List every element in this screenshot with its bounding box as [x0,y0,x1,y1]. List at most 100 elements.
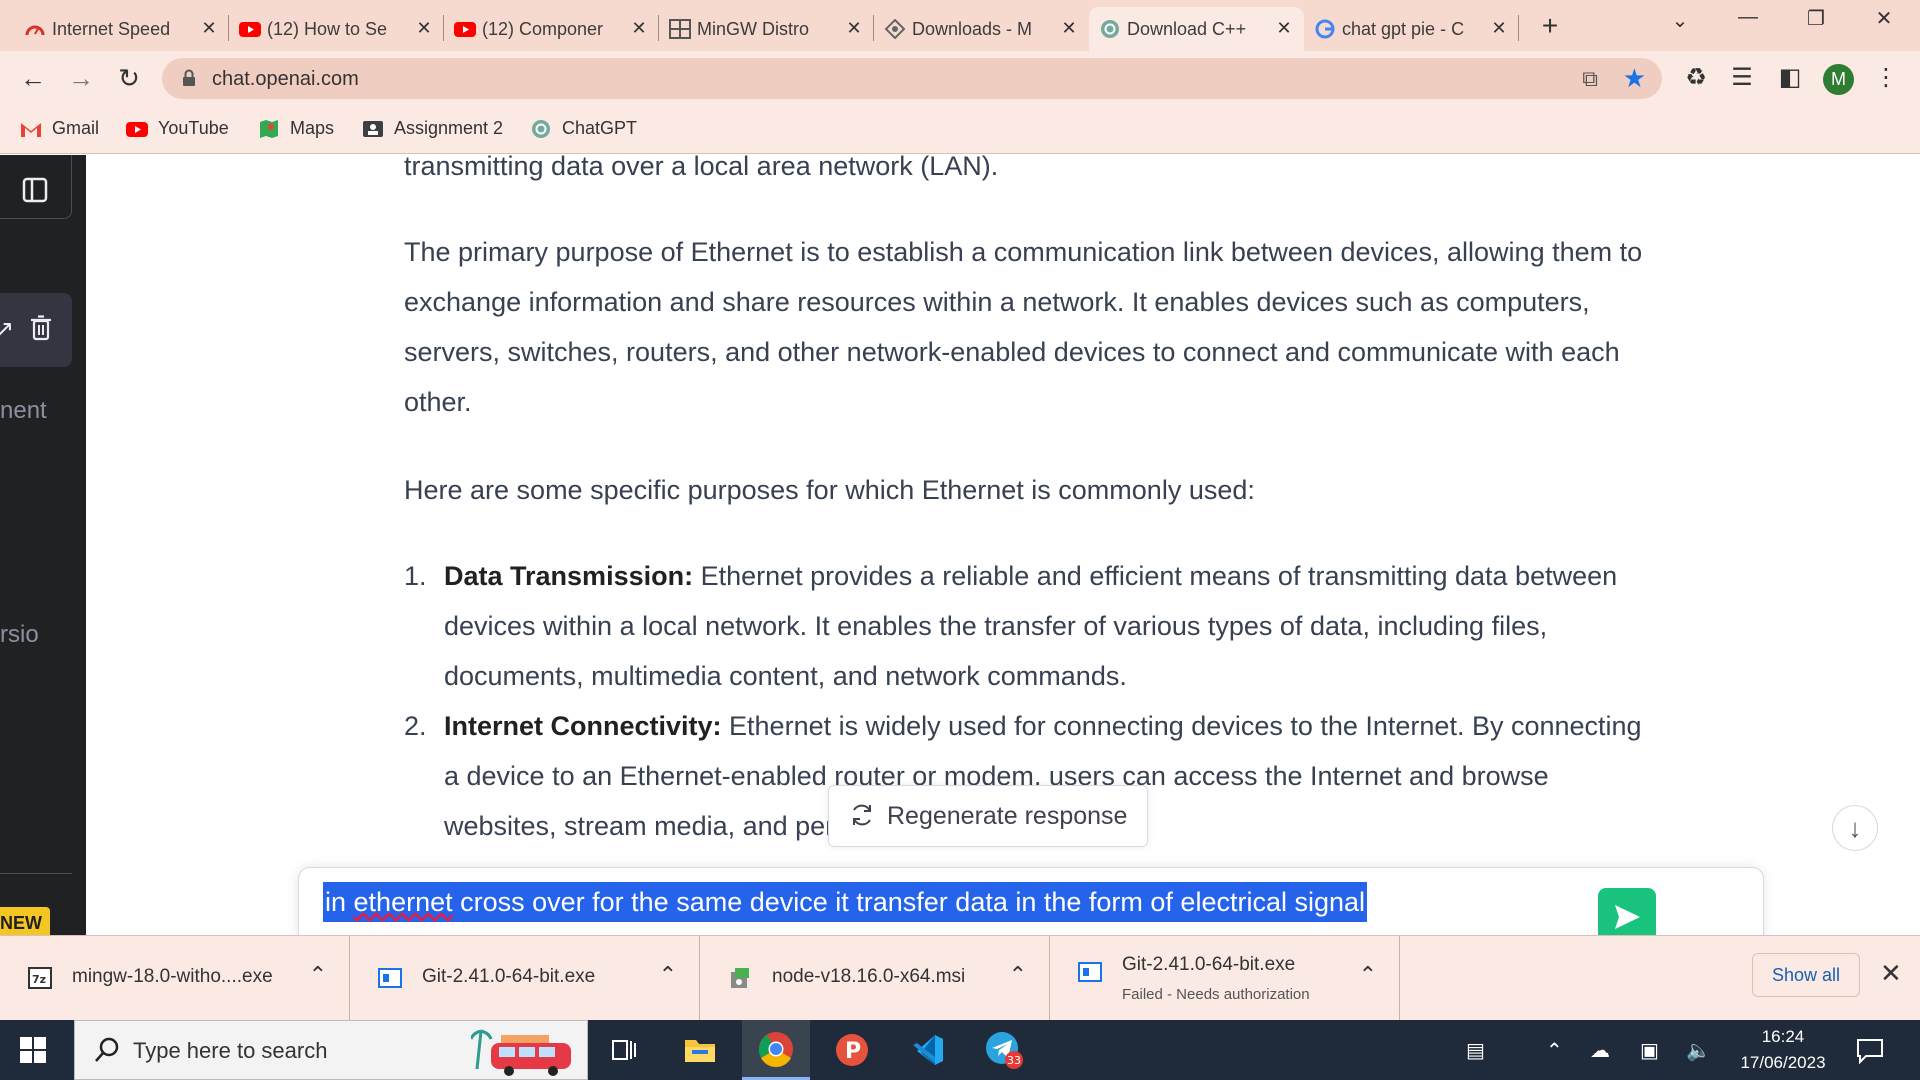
download-status: Failed - Needs authorization [1122,986,1310,1003]
windows-start-icon[interactable] [20,1037,46,1063]
chevron-up-icon[interactable]: ⌃ [1009,962,1027,988]
chevron-up-icon[interactable]: ⌃ [1546,1038,1563,1063]
close-icon[interactable]: ✕ [414,18,434,39]
restore-icon[interactable]: ❐ [1796,6,1836,31]
show-all-downloads-button[interactable]: Show all [1752,953,1860,997]
taskbar-search-box[interactable]: Type here to search [74,1020,588,1080]
window-close-icon[interactable]: ✕ [1864,6,1904,31]
tab-search-chevron-icon[interactable]: ⌄ [1660,8,1700,33]
list-item-number: 1. [404,561,427,591]
new-badge: NEW [0,907,50,935]
address-bar[interactable]: chat.openai.com ⧉ ★ [162,58,1662,99]
task-view-icon[interactable] [590,1020,658,1080]
list-item: 1. Data Transmission: Ethernet provides … [404,551,1664,701]
telegram-icon[interactable]: 33 [970,1020,1038,1080]
onedrive-cloud-icon[interactable]: ☁ [1590,1038,1610,1063]
media-queue-icon[interactable]: ☰ [1726,63,1758,92]
youtube-icon [126,121,148,137]
tab-internet-speed[interactable]: Internet Speed ✕ [14,7,229,51]
minimize-icon[interactable]: — [1728,6,1768,29]
page-grid-icon [669,19,691,39]
tab-mingw-distro[interactable]: MinGW Distro ✕ [659,7,874,51]
close-icon[interactable]: ✕ [629,18,649,39]
close-icon[interactable]: ✕ [199,18,219,39]
bookmark-gmail[interactable]: Gmail [20,118,99,139]
close-icon[interactable]: ✕ [844,18,864,39]
profile-avatar[interactable]: M [1823,64,1854,95]
download-filename: mingw-18.0-witho....exe [72,966,273,987]
back-arrow-icon[interactable]: ← [16,63,50,94]
sidebar-toggle-button[interactable] [0,155,72,219]
bookmark-chatgpt[interactable]: ChatGPT [530,118,637,139]
bookmark-assignment-2[interactable]: Assignment 2 [362,118,503,139]
chrome-icon[interactable] [742,1020,810,1080]
installer-icon [1078,962,1102,982]
tab-downloads[interactable]: Downloads - M ✕ [874,7,1089,51]
list-item-title: Internet Connectivity: [444,711,722,741]
notification-center-icon[interactable] [1856,1038,1884,1064]
tab-title: Download C++ [1127,18,1247,39]
chatgpt-icon [1101,20,1119,38]
forward-arrow-icon[interactable]: → [64,63,98,94]
close-icon[interactable]: ✕ [1274,18,1294,39]
chevron-up-icon[interactable]: ⌃ [1359,962,1377,988]
volume-icon[interactable]: 🔈 [1686,1038,1711,1063]
sidebar-active-chat-item[interactable]: ↗ [0,293,72,367]
download-item[interactable]: 7z mingw-18.0-witho....exe ⌃ [0,936,350,1020]
sidebar-chat-item-partial[interactable]: rsio [0,621,39,649]
chevron-up-icon[interactable]: ⌃ [659,962,677,988]
kebab-menu-icon[interactable]: ⋮ [1870,63,1902,92]
regenerate-label: Regenerate response [887,801,1128,830]
download-filename: node-v18.16.0-x64.msi [772,966,966,987]
windows-taskbar: Type here to search P 33 ▤ ⌃ ☁ ▣ 🔈 16:24… [0,1020,1920,1080]
close-icon[interactable]: ✕ [1489,18,1509,39]
clock-date: 17/06/2023 [1740,1053,1826,1072]
download-filename: Git-2.41.0-64-bit.exe [422,966,596,987]
lock-icon [183,69,195,86]
new-tab-button[interactable]: + [1534,10,1566,42]
side-panel-icon[interactable]: ◧ [1774,63,1806,92]
news-widget-icon[interactable]: ▤ [1466,1038,1485,1063]
sidebar-chat-item-partial[interactable]: nent [0,397,47,425]
chevron-up-icon[interactable]: ⌃ [309,962,327,988]
powerpoint-p-icon[interactable]: P [818,1020,886,1080]
tab-youtube-how-to[interactable]: (12) How to Se ✕ [229,7,444,51]
file-explorer-icon[interactable] [666,1020,734,1080]
bookmark-star-icon[interactable]: ★ [1623,63,1646,94]
tab-google-search[interactable]: chat gpt pie - C ✕ [1304,7,1519,51]
bookmark-maps[interactable]: Maps [258,118,334,139]
classroom-icon [363,120,383,137]
search-placeholder: Type here to search [133,1038,328,1063]
regenerate-response-button[interactable]: Regenerate response [828,785,1148,847]
bookmark-youtube[interactable]: YouTube [126,118,229,139]
sourceforge-icon [884,19,906,39]
vscode-icon[interactable] [894,1020,962,1080]
download-item-failed[interactable]: Git-2.41.0-64-bit.exe Failed - Needs aut… [1050,936,1400,1020]
tab-title: Downloads - M [912,18,1033,39]
share-icon[interactable]: ↗ [0,315,14,344]
extensions-puzzle-icon[interactable]: ♻ [1680,63,1712,92]
scroll-to-bottom-arrow-icon[interactable]: ↓ [1832,805,1878,851]
download-filename: Git-2.41.0-64-bit.exe [1122,954,1296,975]
system-clock[interactable]: 16:24 17/06/2023 [1718,1024,1848,1076]
bookmark-label: Gmail [52,118,100,138]
tab-download-cpp-active[interactable]: Download C++ ✕ [1089,7,1304,51]
tab-title: MinGW Distro [697,18,809,39]
share-icon[interactable]: ⧉ [1582,66,1598,92]
message-input-text[interactable]: in ethernet cross over for the same devi… [323,882,1368,922]
url-text: chat.openai.com [212,68,359,90]
response-paragraph: Here are some specific purposes for whic… [404,475,1255,505]
download-item[interactable]: node-v18.16.0-x64.msi ⌃ [700,936,1050,1020]
tab-youtube-component[interactable]: (12) Componer ✕ [444,7,659,51]
list-item-title: Data Transmission: [444,561,694,591]
reload-icon[interactable]: ↻ [112,63,146,94]
list-item-number: 2. [404,711,427,741]
trash-icon[interactable] [30,315,52,341]
search-highlight-bus-icon [471,1029,571,1076]
download-item[interactable]: Git-2.41.0-64-bit.exe ⌃ [350,936,700,1020]
refresh-icon [853,804,871,826]
close-icon[interactable]: ✕ [1880,958,1902,989]
close-icon[interactable]: ✕ [1059,18,1079,39]
network-icon[interactable]: ▣ [1640,1038,1659,1063]
telegram-unread-badge: 33 [1007,1054,1021,1067]
